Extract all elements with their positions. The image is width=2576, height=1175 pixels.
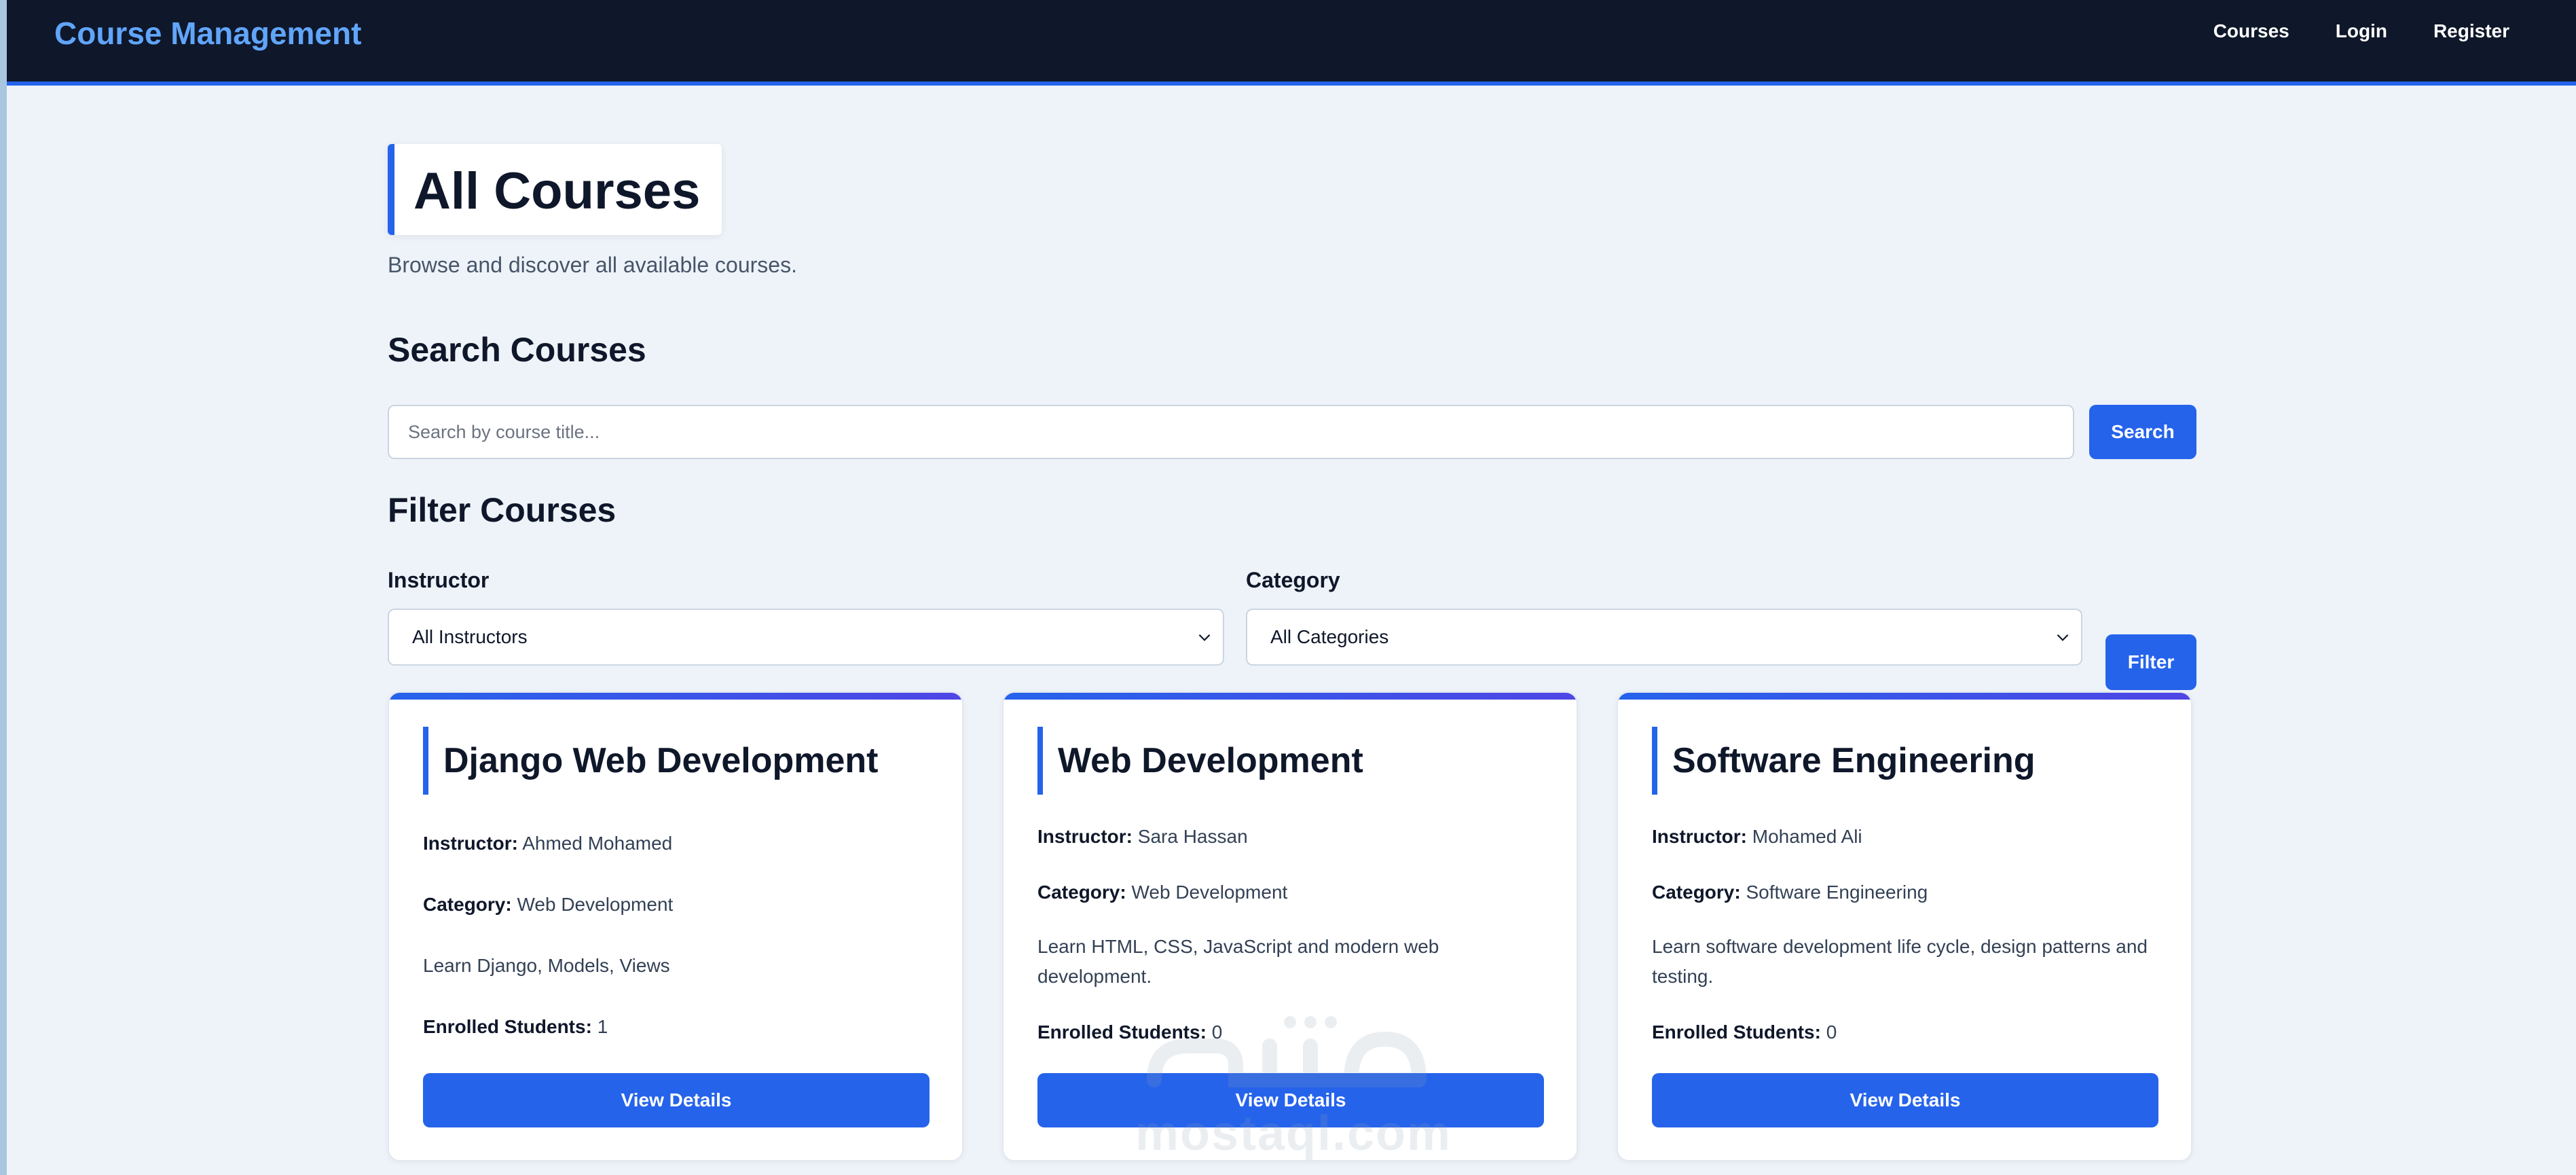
page-title-box: All Courses — [388, 144, 722, 235]
category-value: Software Engineering — [1746, 882, 1928, 903]
course-description: Learn software development life cycle, d… — [1652, 936, 2148, 987]
chevron-down-icon — [1198, 634, 1211, 641]
enrolled-label: Enrolled Students: — [1037, 1022, 1207, 1043]
course-enrolled: Enrolled Students: 0 — [1652, 1017, 2161, 1047]
nav-register-link[interactable]: Register — [2433, 20, 2509, 42]
enrolled-value: 0 — [1826, 1022, 1837, 1043]
filter-heading: Filter Courses — [388, 491, 617, 529]
nav-courses-link[interactable]: Courses — [2213, 20, 2289, 42]
instructor-label: Instructor: — [1037, 826, 1133, 847]
course-category: Category: Software Engineering — [1652, 878, 2161, 907]
category-value: Web Development — [517, 894, 674, 915]
instructor-select-value: All Instructors — [412, 626, 528, 647]
category-select-value: All Categories — [1270, 626, 1389, 647]
course-card: Software Engineering Instructor: Mohamed… — [1617, 691, 2192, 1161]
category-value: Web Development — [1131, 882, 1288, 903]
enrolled-label: Enrolled Students: — [1652, 1022, 1821, 1043]
filter-button[interactable]: Filter — [2105, 634, 2196, 690]
course-instructor: Instructor: Mohamed Ali — [1652, 822, 2161, 852]
course-title: Software Engineering — [1652, 727, 2036, 795]
view-details-button[interactable]: View Details — [1652, 1073, 2158, 1127]
category-select[interactable]: All Categories — [1246, 609, 2082, 666]
category-label: Category: — [1037, 882, 1126, 903]
instructor-filter-label: Instructor — [388, 568, 490, 592]
enrolled-value: 1 — [597, 1016, 608, 1037]
instructor-label: Instructor: — [423, 833, 518, 854]
course-enrolled: Enrolled Students: 0 — [1037, 1017, 1547, 1047]
search-button[interactable]: Search — [2089, 405, 2196, 459]
category-filter-label: Category — [1246, 568, 1340, 592]
course-title: Django Web Development — [423, 727, 878, 795]
app-frame: Course Management Courses Login Register… — [7, 0, 2576, 1175]
course-category: Category: Web Development — [423, 890, 932, 920]
category-label: Category: — [423, 894, 512, 915]
instructor-value: Ahmed Mohamed — [522, 833, 673, 854]
nav-links: Courses Login Register — [2167, 20, 2509, 42]
course-instructor: Instructor: Ahmed Mohamed — [423, 829, 932, 858]
search-heading: Search Courses — [388, 331, 646, 369]
instructor-value: Sara Hassan — [1137, 826, 1248, 847]
enrolled-value: 0 — [1211, 1022, 1223, 1043]
card-accent-bar — [389, 693, 962, 700]
card-accent-bar — [1618, 693, 2191, 700]
course-card: Web Development Instructor: Sara Hassan … — [1002, 691, 1578, 1161]
course-instructor: Instructor: Sara Hassan — [1037, 822, 1547, 852]
page-title: All Courses — [413, 162, 701, 220]
course-title: Web Development — [1037, 727, 1363, 795]
instructor-value: Mohamed Ali — [1752, 826, 1862, 847]
view-details-button[interactable]: View Details — [1037, 1073, 1544, 1127]
instructor-select[interactable]: All Instructors — [388, 609, 1224, 666]
category-label: Category: — [1652, 882, 1741, 903]
nav-login-link[interactable]: Login — [2336, 20, 2387, 42]
course-category: Category: Web Development — [1037, 878, 1547, 907]
navbar: Course Management Courses Login Register — [7, 0, 2576, 86]
course-card: Django Web Development Instructor: Ahmed… — [388, 691, 963, 1161]
course-description: Learn Django, Models, Views — [423, 955, 670, 976]
instructor-label: Instructor: — [1652, 826, 1747, 847]
enrolled-label: Enrolled Students: — [423, 1016, 592, 1037]
course-enrolled: Enrolled Students: 1 — [423, 1012, 932, 1042]
card-accent-bar — [1004, 693, 1577, 700]
chevron-down-icon — [2057, 634, 2069, 641]
view-details-button[interactable]: View Details — [423, 1073, 930, 1127]
brand-logo[interactable]: Course Management — [54, 15, 361, 52]
search-input[interactable] — [388, 405, 2074, 459]
page-subtitle: Browse and discover all available course… — [388, 253, 797, 277]
course-description: Learn HTML, CSS, JavaScript and modern w… — [1037, 936, 1439, 987]
